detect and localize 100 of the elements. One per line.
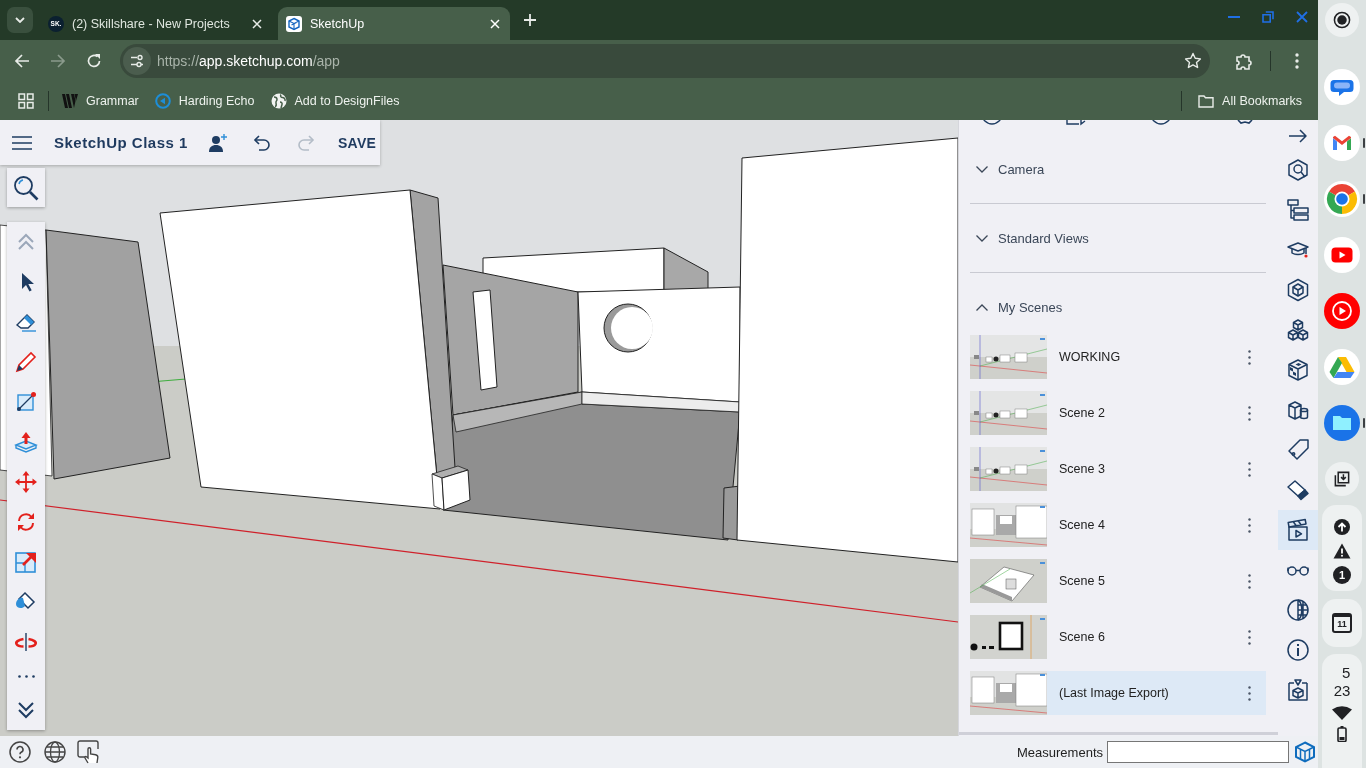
triangle-app-icon[interactable]	[1323, 348, 1361, 386]
save-button[interactable]: SAVE	[337, 128, 377, 157]
section-toggle[interactable]: My Scenes	[970, 279, 1266, 335]
menu-icon	[12, 135, 32, 150]
measurements-field[interactable]	[1107, 741, 1289, 763]
section-toggle[interactable]: Standard Views	[970, 210, 1266, 266]
folder-app-icon[interactable]	[1323, 404, 1361, 442]
cube-magnifier-icon	[1286, 158, 1310, 182]
bookmark-item[interactable]: Add to DesignFiles	[262, 87, 408, 115]
clock-hour: 5	[1342, 664, 1351, 682]
folder-icon	[1198, 94, 1215, 108]
hexagon-cube-icon	[1286, 278, 1310, 302]
site-info-button[interactable]	[123, 47, 151, 75]
chat-bubble-app-icon[interactable]	[1323, 68, 1361, 106]
browser-tab[interactable]: SketchUp	[278, 7, 510, 40]
wifi-icon	[1332, 706, 1352, 720]
grid-squares-icon	[18, 93, 34, 109]
section-toggle[interactable]: Camera	[970, 141, 1266, 197]
calendar-button[interactable]: 11	[1322, 599, 1362, 647]
checkered-cube-icon	[1286, 358, 1310, 382]
video-play-app-icon[interactable]	[1323, 236, 1361, 274]
minimize-icon	[1228, 16, 1240, 18]
scene-item[interactable]: (Last Image Export)	[1047, 671, 1266, 715]
vertical-dots-icon[interactable]	[1248, 405, 1251, 421]
chevron-down-icon	[15, 17, 25, 23]
cube-logo-icon	[286, 15, 302, 32]
music-play-app-icon[interactable]	[1323, 292, 1361, 330]
bookmark-item[interactable]: Grammar	[54, 87, 147, 115]
info-icon	[1286, 638, 1310, 662]
vertical-dots-icon[interactable]	[1248, 349, 1251, 365]
notification-count: 1	[1333, 566, 1351, 584]
battery-icon	[1337, 726, 1347, 742]
close-icon[interactable]	[252, 18, 262, 29]
scrollbar[interactable]	[959, 732, 1278, 735]
help-icon	[9, 741, 31, 763]
panel-tab-icon	[1149, 120, 1172, 126]
all-bookmarks-button[interactable]: All Bookmarks	[1192, 87, 1310, 115]
four-way-arrows-icon	[14, 470, 38, 494]
scene-item[interactable]: Scene 5	[1047, 559, 1266, 603]
measurements-label: Measurements	[1017, 744, 1103, 760]
box-export-icon	[1286, 678, 1310, 702]
touch-mode-button[interactable]	[79, 741, 101, 763]
bookmark-item[interactable]: Harding Echo	[146, 87, 263, 115]
search-button[interactable]	[7, 168, 45, 207]
clock-tray[interactable]: 5 23	[1322, 654, 1362, 768]
model-title: SketchUp Class 1	[54, 134, 188, 151]
star-icon[interactable]	[1184, 52, 1202, 70]
vertical-dots-icon[interactable]	[1248, 573, 1251, 589]
cube-cylinder-icon	[1286, 398, 1310, 422]
globe-icon	[44, 741, 66, 763]
scene-item[interactable]: Scene 4	[1047, 503, 1266, 547]
vertical-dots-icon[interactable]	[1248, 685, 1251, 701]
warning-icon	[1333, 543, 1351, 559]
vertical-dots-icon[interactable]	[1248, 517, 1251, 533]
scale-box-icon	[14, 550, 38, 574]
address-bar[interactable]: https://app.sketchup.com/app	[120, 44, 1210, 78]
panel-tab-icon	[1065, 120, 1088, 126]
scene-item[interactable]: Scene 6	[1047, 615, 1266, 659]
more-dots-icon	[17, 674, 35, 678]
restore-icon	[1262, 11, 1274, 23]
mail-app-icon[interactable]	[1323, 124, 1361, 162]
line-draw-icon	[14, 390, 38, 414]
puzzle-piece-icon	[1235, 52, 1253, 70]
language-button[interactable]	[44, 741, 66, 763]
help-button[interactable]	[9, 741, 31, 763]
panel-toggle-button[interactable]	[1278, 510, 1318, 550]
cube-logo-icon	[1294, 741, 1316, 763]
screen-record-icon[interactable]	[1324, 2, 1360, 38]
tilted-block-icon	[1286, 478, 1310, 502]
orbit-icon	[14, 630, 38, 654]
browser-app-icon[interactable]	[1323, 180, 1361, 218]
tab-title: (2) Skillshare - New Projects	[72, 16, 231, 31]
vertical-dots-icon	[1295, 53, 1299, 69]
panel-tab-icon	[1234, 120, 1256, 126]
scene-item[interactable]: Scene 2	[1047, 391, 1266, 435]
redo-arrow-icon	[296, 134, 315, 151]
globe-icon	[270, 93, 287, 109]
stripes-logo-icon	[62, 94, 78, 108]
close-icon	[1296, 11, 1308, 23]
download-tray-icon[interactable]	[1324, 461, 1360, 497]
scene-item[interactable]: WORKING	[1047, 335, 1266, 379]
clapperboard-icon	[1286, 518, 1310, 542]
upload-icon	[1334, 519, 1350, 535]
back-arrow-icon	[14, 53, 30, 69]
tag-icon	[1286, 438, 1310, 462]
vertical-dots-icon[interactable]	[1248, 461, 1251, 477]
status-tray[interactable]: 1	[1322, 505, 1362, 591]
reload-icon	[86, 53, 102, 69]
plus-icon	[524, 14, 536, 26]
vertical-dots-icon[interactable]	[1248, 629, 1251, 645]
scene-item[interactable]: Scene 3	[1047, 447, 1266, 491]
clock-minute: 23	[1333, 682, 1351, 700]
tab-search-button[interactable]	[7, 7, 33, 33]
url-text: https://app.sketchup.com/app	[157, 53, 341, 69]
calendar-date: 11	[1332, 613, 1352, 633]
stacked-cubes-icon	[1286, 318, 1310, 342]
sliders-icon	[130, 54, 144, 68]
forward-arrow-icon	[50, 53, 66, 69]
push-pull-icon	[14, 430, 38, 454]
person-add-icon	[207, 132, 228, 153]
